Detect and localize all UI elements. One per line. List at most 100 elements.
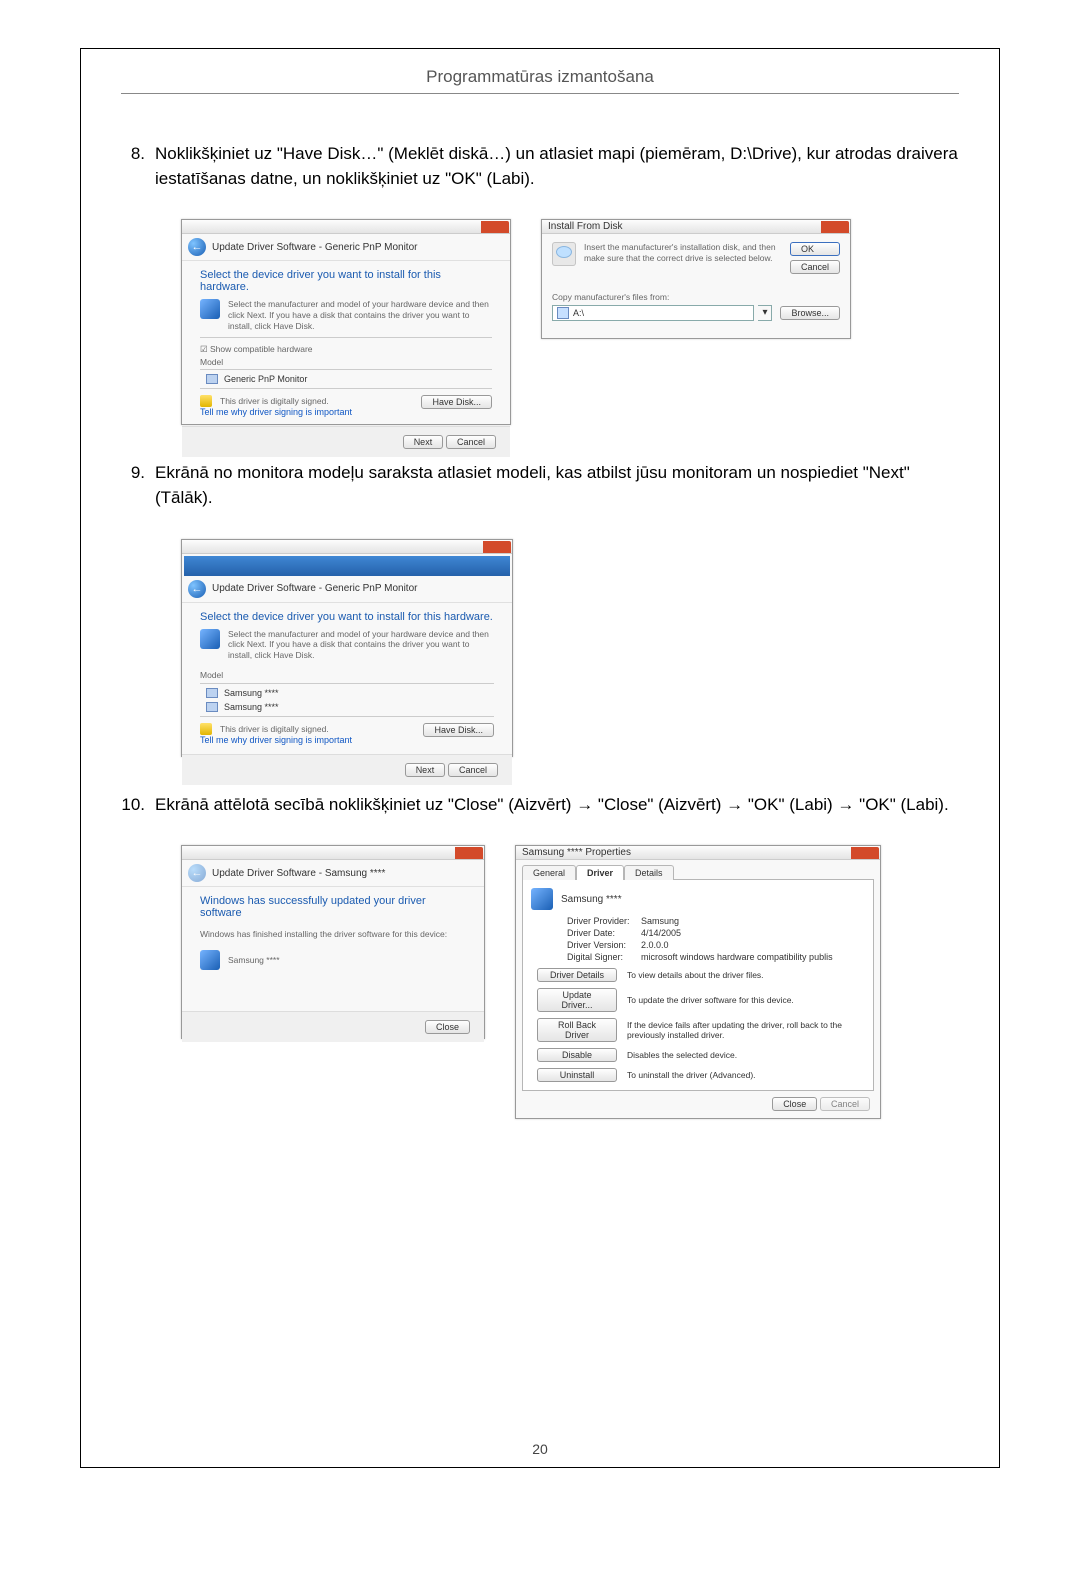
header-rule bbox=[121, 93, 959, 94]
update-driver-desc: To update the driver software for this d… bbox=[627, 995, 865, 1005]
column-header: Model bbox=[200, 670, 494, 681]
step-10: 10. Ekrānā attēlotā secībā noklikšķiniet… bbox=[121, 793, 959, 818]
back-icon: ← bbox=[188, 864, 206, 882]
value-signer: microsoft windows hardware compatibility… bbox=[641, 952, 833, 962]
model-item[interactable]: Samsung **** bbox=[200, 686, 494, 700]
label-date: Driver Date: bbox=[567, 928, 641, 938]
close-icon[interactable] bbox=[483, 541, 511, 553]
device-icon bbox=[200, 950, 220, 970]
model-item[interactable]: Generic PnP Monitor bbox=[200, 372, 492, 386]
device-icon bbox=[200, 299, 220, 319]
dialog-message: Insert the manufacturer's installation d… bbox=[584, 242, 782, 263]
shield-icon bbox=[200, 395, 212, 407]
value-version: 2.0.0.0 bbox=[641, 940, 669, 950]
step-number: 9. bbox=[121, 461, 155, 510]
step-text: Noklikšķiniet uz "Have Disk…" (Meklēt di… bbox=[155, 142, 959, 191]
signing-link[interactable]: Tell me why driver signing is important bbox=[200, 735, 352, 745]
next-button[interactable]: Next bbox=[403, 435, 444, 449]
header-banner bbox=[184, 556, 510, 576]
close-icon[interactable] bbox=[821, 221, 849, 233]
cancel-button[interactable]: Cancel bbox=[448, 763, 498, 777]
value-date: 4/14/2005 bbox=[641, 928, 681, 938]
close-icon[interactable] bbox=[851, 847, 879, 859]
tab-driver[interactable]: Driver bbox=[576, 865, 624, 880]
signing-link[interactable]: Tell me why driver signing is important bbox=[200, 407, 352, 417]
success-sub: Windows has finished installing the driv… bbox=[200, 929, 466, 940]
device-icon bbox=[531, 888, 553, 910]
page-number: 20 bbox=[81, 1441, 999, 1457]
dialog-title: Samsung **** Properties bbox=[516, 847, 637, 858]
next-button[interactable]: Next bbox=[405, 763, 446, 777]
model-item[interactable]: Samsung **** bbox=[200, 700, 494, 714]
wizard-hint: Select the manufacturer and model of you… bbox=[228, 299, 492, 331]
uninstall-button[interactable]: Uninstall bbox=[537, 1068, 617, 1082]
rollback-driver-desc: If the device fails after updating the d… bbox=[627, 1020, 865, 1040]
back-icon[interactable]: ← bbox=[188, 580, 206, 598]
monitor-icon bbox=[206, 374, 218, 384]
drive-icon bbox=[557, 307, 569, 319]
step-text: Ekrānā attēlotā secībā noklikšķiniet uz … bbox=[155, 793, 959, 818]
step-number: 10. bbox=[121, 793, 155, 818]
uninstall-desc: To uninstall the driver (Advanced). bbox=[627, 1070, 865, 1080]
cancel-button[interactable]: Cancel bbox=[790, 260, 840, 274]
update-success-wizard: ← Update Driver Software - Samsung **** … bbox=[181, 845, 485, 1039]
label-signer: Digital Signer: bbox=[567, 952, 641, 962]
cancel-button[interactable]: Cancel bbox=[446, 435, 496, 449]
wizard-crumb: Update Driver Software - Generic PnP Mon… bbox=[212, 242, 417, 253]
wizard-crumb: Update Driver Software - Generic PnP Mon… bbox=[212, 583, 417, 594]
driver-details-desc: To view details about the driver files. bbox=[627, 970, 865, 980]
disable-button[interactable]: Disable bbox=[537, 1048, 617, 1062]
device-properties-dialog: Samsung **** Properties General Driver D… bbox=[515, 845, 881, 1119]
wizard-hint: Select the manufacturer and model of you… bbox=[228, 629, 494, 661]
disable-desc: Disables the selected device. bbox=[627, 1050, 865, 1060]
tab-details[interactable]: Details bbox=[624, 865, 674, 880]
titlebar: Samsung **** Properties bbox=[516, 846, 880, 860]
rollback-driver-button[interactable]: Roll Back Driver bbox=[537, 1018, 617, 1042]
update-driver-wizard: ← Update Driver Software - Generic PnP M… bbox=[181, 219, 511, 425]
close-button[interactable]: Close bbox=[425, 1020, 470, 1034]
step-text: Ekrānā no monitora modeļu saraksta atlas… bbox=[155, 461, 959, 510]
close-icon[interactable] bbox=[455, 847, 483, 859]
success-heading: Windows has successfully updated your dr… bbox=[200, 895, 466, 919]
ok-button[interactable]: OK bbox=[790, 242, 840, 256]
have-disk-button[interactable]: Have Disk... bbox=[423, 723, 494, 737]
path-combo[interactable]: A:\ bbox=[552, 305, 754, 321]
step-8: 8. Noklikšķiniet uz "Have Disk…" (Meklēt… bbox=[121, 142, 959, 191]
wizard-heading: Select the device driver you want to ins… bbox=[200, 611, 494, 623]
label-provider: Driver Provider: bbox=[567, 916, 641, 926]
titlebar: Install From Disk bbox=[542, 220, 850, 234]
close-button[interactable]: Close bbox=[772, 1097, 817, 1111]
select-model-wizard: ← Update Driver Software - Generic PnP M… bbox=[181, 539, 513, 757]
browse-button[interactable]: Browse... bbox=[780, 306, 840, 320]
label-version: Driver Version: bbox=[567, 940, 641, 950]
chevron-down-icon[interactable]: ▾ bbox=[758, 305, 772, 321]
page-header: Programmatūras izmantošana bbox=[121, 67, 959, 87]
wizard-crumb: Update Driver Software - Samsung **** bbox=[212, 868, 385, 879]
titlebar bbox=[182, 846, 484, 860]
device-name: Samsung **** bbox=[561, 894, 622, 905]
device-name: Samsung **** bbox=[228, 955, 280, 966]
disk-icon bbox=[552, 242, 576, 266]
titlebar bbox=[182, 540, 512, 554]
install-from-disk-dialog: Install From Disk Insert the manufacture… bbox=[541, 219, 851, 339]
checkbox-compat[interactable]: ☑ Show compatible hardware bbox=[200, 344, 313, 354]
monitor-icon bbox=[206, 702, 218, 712]
signed-label: This driver is digitally signed. bbox=[220, 724, 329, 735]
step-number: 8. bbox=[121, 142, 155, 191]
dialog-title: Install From Disk bbox=[542, 221, 628, 232]
copy-label: Copy manufacturer's files from: bbox=[552, 292, 840, 303]
tab-general[interactable]: General bbox=[522, 865, 576, 880]
driver-details-button[interactable]: Driver Details bbox=[537, 968, 617, 982]
signed-label: This driver is digitally signed. bbox=[220, 396, 329, 407]
shield-icon bbox=[200, 723, 212, 735]
column-header: Model bbox=[200, 357, 492, 368]
update-driver-button[interactable]: Update Driver... bbox=[537, 988, 617, 1012]
device-icon bbox=[200, 629, 220, 649]
close-icon[interactable] bbox=[481, 221, 509, 233]
cancel-button: Cancel bbox=[820, 1097, 870, 1111]
back-icon[interactable]: ← bbox=[188, 238, 206, 256]
wizard-heading: Select the device driver you want to ins… bbox=[200, 269, 492, 293]
monitor-icon bbox=[206, 688, 218, 698]
step-9: 9. Ekrānā no monitora modeļu saraksta at… bbox=[121, 461, 959, 510]
have-disk-button[interactable]: Have Disk... bbox=[421, 395, 492, 409]
